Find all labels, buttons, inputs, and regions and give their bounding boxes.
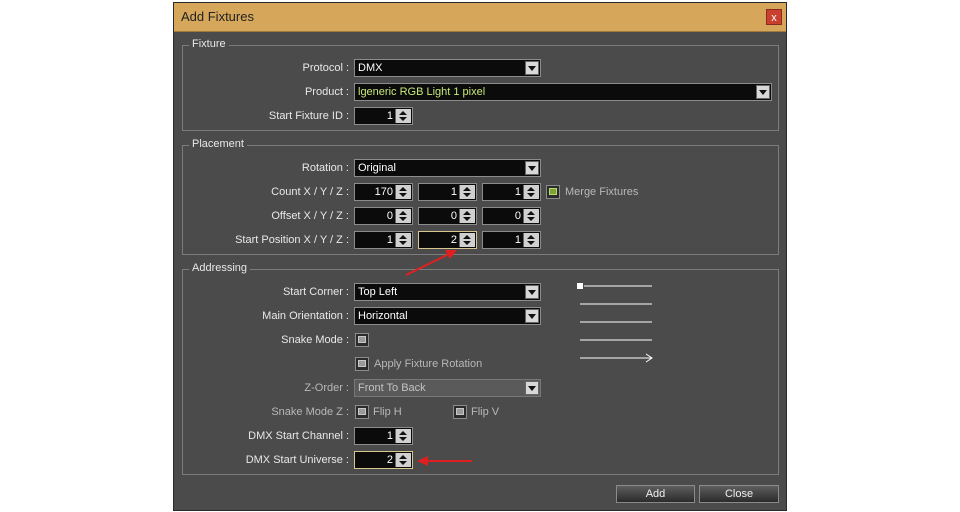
annotation-arrow-1-shaft	[405, 253, 450, 276]
annotation-arrow-2-head	[417, 456, 428, 466]
add-fixtures-dialog: Add Fixtures x Fixture Protocol : DMX Pr…	[173, 2, 787, 511]
annotation-overlay	[405, 250, 472, 466]
